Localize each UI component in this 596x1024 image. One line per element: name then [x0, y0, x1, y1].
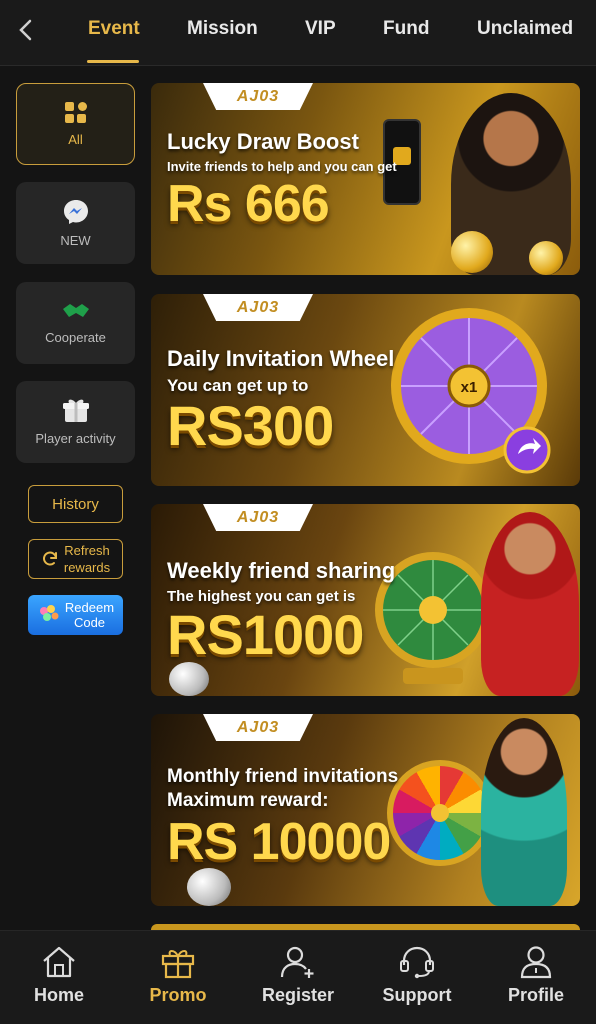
brand-logo: AJ03 [203, 504, 313, 531]
handshake-icon [62, 304, 89, 317]
nav-label: Home [33, 985, 84, 1005]
history-button[interactable]: History [28, 485, 123, 523]
gift-icon [62, 399, 89, 422]
redeem-label-line2: Code [73, 615, 106, 630]
sidebar-item-cooperate[interactable]: Cooperate [16, 282, 135, 364]
nav-label: Promo [149, 985, 207, 1005]
sidebar-item-all[interactable]: All [16, 83, 135, 165]
banner-amount: Rs 666 [167, 175, 330, 233]
flower-icon [39, 605, 59, 621]
tab-mission[interactable]: Mission [187, 18, 258, 40]
banner-title: Monthly friend invitations [167, 766, 399, 787]
tab-unclaimed[interactable]: Unclaimed [477, 18, 573, 40]
profile-icon [520, 946, 552, 979]
grid-icon [64, 102, 87, 123]
coin-illustration [529, 241, 563, 275]
brand-logo: AJ03 [203, 83, 313, 110]
chevron-left-icon [19, 19, 32, 41]
wheel-illustration: x1 [391, 308, 551, 474]
tab-vip[interactable]: VIP [305, 18, 336, 40]
coin-illustration [187, 868, 231, 906]
gift-icon [161, 950, 195, 979]
banner-amount: RS 10000 [167, 813, 391, 871]
nav-home[interactable]: Home [9, 945, 109, 1006]
promo-banner-monthly-invitations[interactable]: AJ03 Monthly friend invitations Maximum … [151, 714, 580, 906]
tab-fund[interactable]: Fund [383, 18, 429, 40]
nav-promo[interactable]: Promo [128, 945, 228, 1006]
nav-label: Register [261, 985, 335, 1005]
top-tab-bar: Event Mission VIP Fund Unclaimed [0, 0, 596, 66]
wheel-center-label: x1 [461, 379, 478, 396]
back-button[interactable] [10, 14, 42, 46]
bottom-navigation: Home Promo Register Support Profile [0, 930, 596, 1024]
banner-subtitle: Invite friends to help and you can get [167, 159, 397, 174]
home-icon [43, 946, 75, 978]
headset-icon [400, 946, 434, 979]
wheel-illustration [387, 760, 493, 866]
nav-profile[interactable]: Profile [486, 945, 586, 1006]
banner-amount: RS300 [167, 394, 334, 457]
banner-title: Weekly friend sharing [167, 558, 396, 583]
refresh-rewards-button[interactable]: Refresh rewards [28, 539, 123, 579]
coin-illustration [169, 662, 209, 696]
messenger-icon [63, 200, 88, 224]
refresh-label-line1: Refresh [64, 543, 110, 558]
banner-title: Lucky Draw Boost [167, 129, 359, 154]
banner-subtitle: You can get up to [167, 376, 309, 395]
sidebar-item-label: Player activity [35, 431, 116, 446]
sidebar-item-label: All [68, 132, 83, 147]
promo-banner-lucky-draw[interactable]: AJ03 Lucky Draw Boost Invite friends to … [151, 83, 580, 275]
nav-support[interactable]: Support [367, 945, 467, 1006]
nav-label: Profile [507, 985, 564, 1005]
promo-banner-weekly-sharing[interactable]: AJ03 Weekly friend sharing The highest y… [151, 504, 580, 696]
coin-illustration [451, 231, 493, 273]
nav-register[interactable]: Register [248, 945, 348, 1006]
tab-event[interactable]: Event [88, 18, 140, 40]
sidebar-item-new[interactable]: NEW [16, 182, 135, 264]
refresh-label-line2: rewards [63, 560, 111, 575]
active-tab-indicator [87, 60, 139, 63]
brand-logo: AJ03 [203, 714, 313, 741]
banner-character-image [481, 512, 579, 696]
nav-label: Support [382, 985, 452, 1005]
refresh-icon [42, 551, 57, 566]
add-user-icon [280, 946, 314, 978]
brand-logo: AJ03 [203, 294, 313, 321]
redeem-code-button[interactable]: Redeem Code [28, 595, 123, 635]
sidebar-item-label: Cooperate [45, 330, 106, 345]
sidebar-item-label: NEW [60, 233, 91, 248]
banner-title: Daily Invitation Wheel [167, 346, 395, 371]
banner-subtitle: Maximum reward: [167, 790, 329, 811]
promo-banner-daily-wheel[interactable]: AJ03 x1 Daily Invitation Wheel You can g… [151, 294, 580, 486]
banner-amount: RS1000 [167, 603, 364, 666]
sidebar-item-player-activity[interactable]: Player activity [16, 381, 135, 463]
banner-character-image [481, 718, 567, 906]
redeem-label-line1: Redeem [64, 600, 115, 615]
refresh-rewards-label: Refresh rewards [64, 542, 110, 576]
